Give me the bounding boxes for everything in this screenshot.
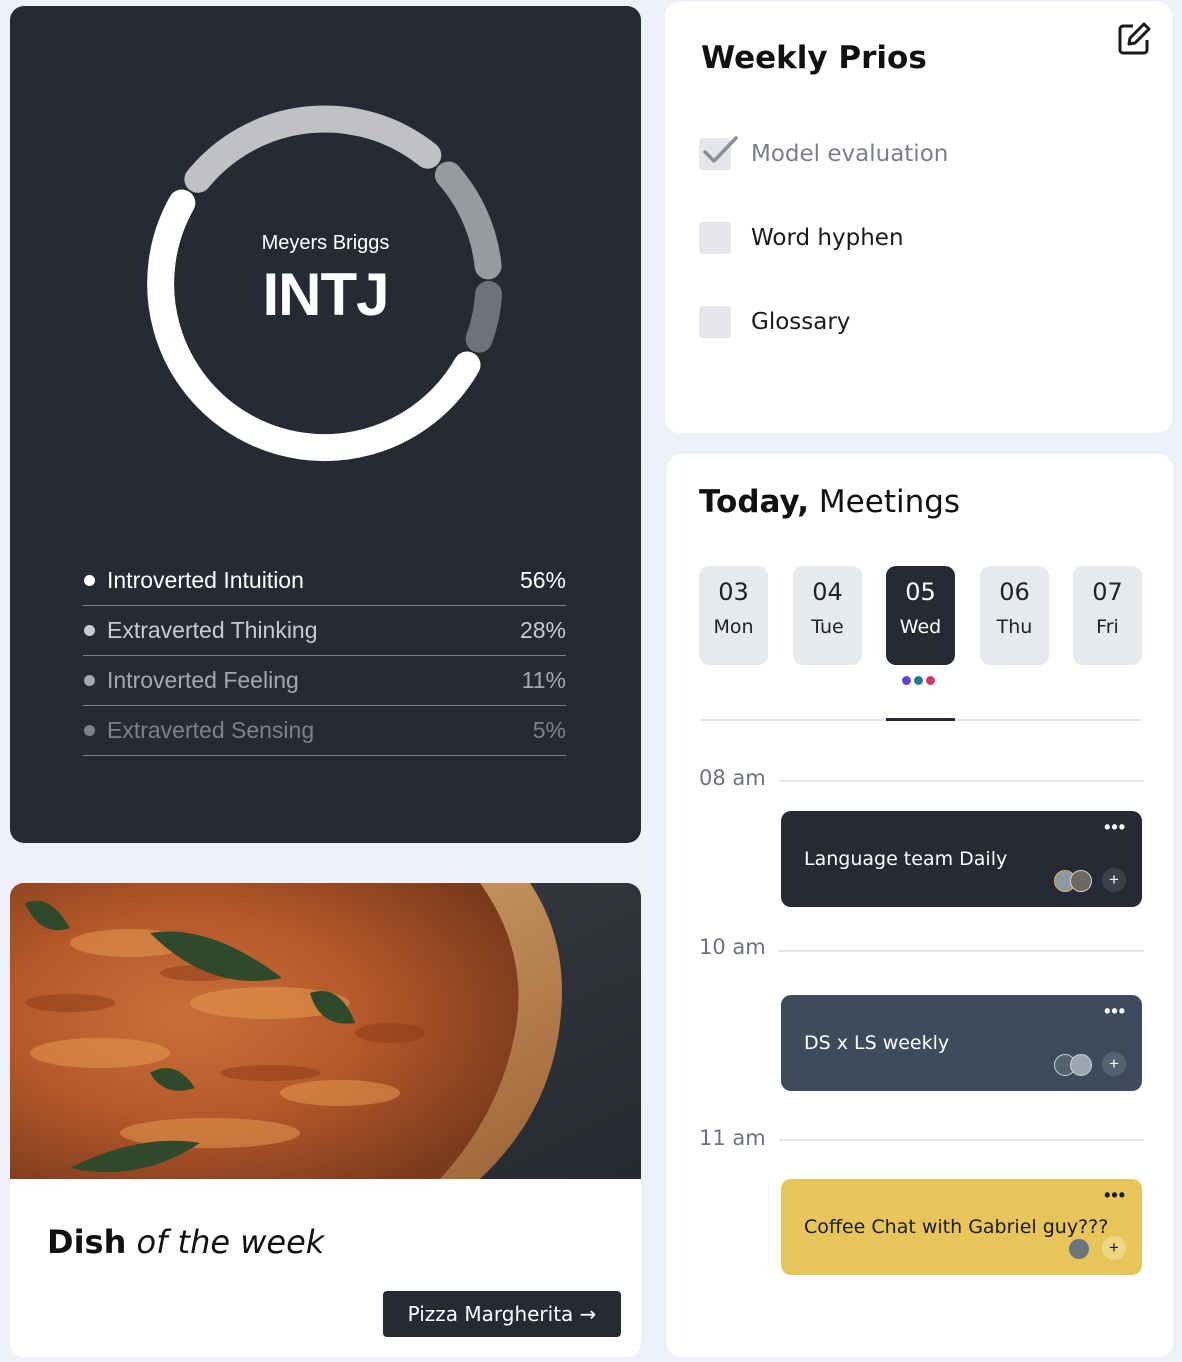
meeting-title: Coffee Chat with Gabriel guy???: [804, 1216, 1109, 1238]
day-label: Thu: [996, 616, 1033, 638]
weekly-prios-card: Weekly Prios Model evaluation Word hyphe…: [665, 2, 1172, 433]
trait-bullet-icon: [84, 625, 95, 636]
meetings-title-rest: Meetings: [818, 484, 961, 520]
meeting-title: Language team Daily: [804, 848, 1008, 870]
trait-row: Extraverted Sensing 5%: [83, 706, 566, 756]
event-dot: [914, 676, 923, 685]
avatar: [1070, 1054, 1092, 1076]
more-options-button[interactable]: •••: [1104, 817, 1126, 838]
time-label: 11 am: [699, 1126, 766, 1150]
prio-label: Model evaluation: [751, 141, 949, 167]
event-dot: [926, 676, 935, 685]
trait-bullet-icon: [84, 575, 95, 586]
attendee-avatars: [1054, 870, 1092, 892]
checkmark-icon: [703, 136, 738, 163]
meeting-title: DS x LS weekly: [804, 1032, 950, 1054]
add-attendee-button[interactable]: +: [1102, 1236, 1126, 1260]
trait-bullet-icon: [84, 675, 95, 686]
attendee-avatars: [1054, 1054, 1092, 1076]
meetings-title-bold: Today,: [699, 484, 810, 520]
time-divider: [779, 1139, 1144, 1141]
day-label: Fri: [1096, 616, 1119, 638]
trait-percent: 56%: [519, 567, 566, 593]
dish-card: Dish of the week Pizza Margherita →: [10, 883, 641, 1357]
day-tab-fri[interactable]: 07 Fri: [1073, 566, 1142, 665]
edit-icon: [1118, 22, 1151, 55]
day-tab-thu[interactable]: 06 Thu: [980, 566, 1049, 665]
time-label: 10 am: [699, 935, 766, 959]
trait-list: Introverted Intuition 56% Extraverted Th…: [83, 556, 566, 756]
trait-percent: 28%: [519, 617, 566, 643]
prio-item[interactable]: Model evaluation: [699, 136, 949, 170]
meetings-title: Today, Meetings: [699, 484, 960, 520]
weekly-prios-title: Weekly Prios: [701, 40, 927, 76]
day-number: 06: [999, 578, 1030, 606]
prio-checkbox[interactable]: [699, 222, 731, 254]
personality-subtitle: Meyers Briggs: [261, 232, 390, 254]
trait-percent: 11%: [521, 667, 566, 693]
attendee-avatars: [1068, 1238, 1090, 1260]
day-tab-mon[interactable]: 03 Mon: [699, 566, 768, 665]
time-divider: [779, 950, 1144, 952]
trait-row: Introverted Feeling 11%: [83, 656, 566, 706]
trait-bullet-icon: [84, 725, 95, 736]
pizza-margherita-button[interactable]: Pizza Margherita →: [383, 1291, 621, 1337]
day-label: Tue: [811, 616, 844, 638]
edit-button[interactable]: [1115, 20, 1153, 58]
prio-item[interactable]: Word hyphen: [699, 222, 904, 254]
ring-segment-extraverted-thinking: [184, 105, 442, 193]
day-label: Mon: [713, 616, 754, 638]
meetings-card: Today, Meetings 03 Mon 04 Tue 05 Wed 06 …: [667, 454, 1173, 1357]
active-day-underline: [886, 718, 955, 721]
prio-checkbox[interactable]: [699, 306, 731, 338]
event-dot: [902, 676, 911, 685]
prio-item[interactable]: Glossary: [699, 306, 850, 338]
more-options-button[interactable]: •••: [1104, 1185, 1126, 1206]
pizza-photo: [10, 883, 641, 1179]
trait-name: Introverted Intuition: [107, 567, 304, 593]
meeting-card[interactable]: DS x LS weekly ••• +: [781, 995, 1142, 1091]
personality-card: Meyers Briggs INTJ Introverted Intuition…: [10, 6, 641, 843]
personality-type: INTJ: [262, 261, 389, 328]
trait-name: Introverted Feeling: [107, 667, 299, 693]
prio-label: Glossary: [751, 309, 851, 335]
day-number: 07: [1092, 578, 1123, 606]
trait-row: Introverted Intuition 56%: [83, 556, 566, 606]
time-divider: [779, 780, 1144, 782]
day-label: Wed: [899, 616, 942, 638]
meeting-card[interactable]: Language team Daily ••• +: [781, 811, 1142, 907]
day-number: 03: [718, 578, 749, 606]
trait-row: Extraverted Thinking 28%: [83, 606, 566, 656]
time-label: 08 am: [699, 766, 766, 790]
dish-title-rest: of the week: [136, 1223, 325, 1261]
trait-name: Extraverted Thinking: [107, 617, 318, 643]
avatar: [1070, 870, 1092, 892]
avatar: [1068, 1238, 1090, 1260]
more-options-button[interactable]: •••: [1104, 1001, 1126, 1022]
event-indicator-dots: [902, 676, 935, 685]
day-tab-wed[interactable]: 05 Wed: [886, 566, 955, 665]
day-tab-tue[interactable]: 04 Tue: [793, 566, 862, 665]
meeting-card[interactable]: Coffee Chat with Gabriel guy??? ••• +: [781, 1179, 1142, 1275]
dish-title: Dish of the week: [47, 1223, 324, 1261]
day-number: 04: [812, 578, 843, 606]
prio-label: Word hyphen: [751, 225, 904, 251]
trait-name: Extraverted Sensing: [107, 717, 315, 743]
add-attendee-button[interactable]: +: [1102, 1052, 1126, 1076]
dish-title-bold: Dish: [47, 1223, 127, 1261]
day-number: 05: [905, 578, 936, 606]
trait-percent: 5%: [532, 717, 566, 743]
add-attendee-button[interactable]: +: [1102, 868, 1126, 892]
prio-checkbox[interactable]: [699, 136, 738, 170]
